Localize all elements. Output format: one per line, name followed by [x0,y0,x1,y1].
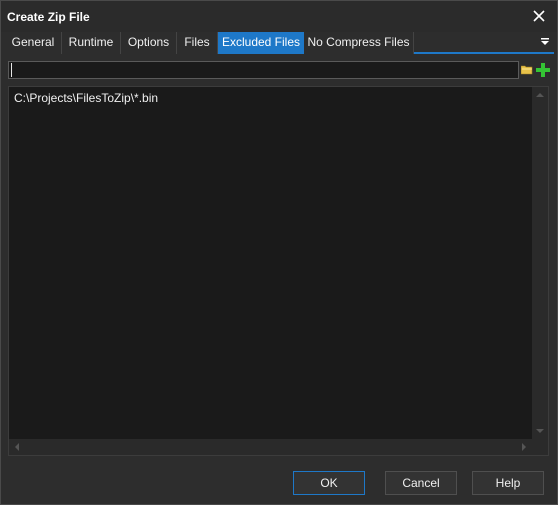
tab-runtime[interactable]: Runtime [62,32,121,54]
tab-general[interactable]: General [5,32,62,54]
help-button[interactable]: Help [472,471,544,495]
horizontal-scrollbar[interactable] [9,439,532,455]
folder-icon[interactable] [520,62,534,78]
window-title: Create Zip File [7,10,90,24]
scroll-down-arrow-icon[interactable] [536,429,544,433]
plus-icon[interactable] [535,61,551,79]
tab-excluded-files[interactable]: Excluded Files [218,32,304,54]
close-icon[interactable] [529,6,549,26]
list-item[interactable]: C:\Projects\FilesToZip\*.bin [14,91,158,105]
tab-files[interactable]: Files [177,32,218,54]
tab-bar: General Runtime Options Files Excluded F… [5,32,554,54]
create-zip-file-dialog: Create Zip File General Runtime Options … [0,0,558,505]
scroll-right-arrow-icon[interactable] [522,443,526,451]
vertical-scrollbar[interactable] [532,87,548,439]
tab-menu-icon[interactable] [538,35,552,49]
scroll-left-arrow-icon[interactable] [15,443,19,451]
tab-no-compress-files[interactable]: No Compress Files [304,32,414,54]
tab-options[interactable]: Options [121,32,177,54]
scroll-up-arrow-icon[interactable] [536,93,544,97]
excluded-files-list[interactable]: C:\Projects\FilesToZip\*.bin [8,86,549,456]
text-caret [11,63,12,77]
scrollbar-corner [532,439,548,455]
title-bar: Create Zip File [1,1,557,32]
exclude-path-input[interactable] [8,61,519,79]
cancel-button[interactable]: Cancel [385,471,457,495]
ok-button[interactable]: OK [293,471,365,495]
